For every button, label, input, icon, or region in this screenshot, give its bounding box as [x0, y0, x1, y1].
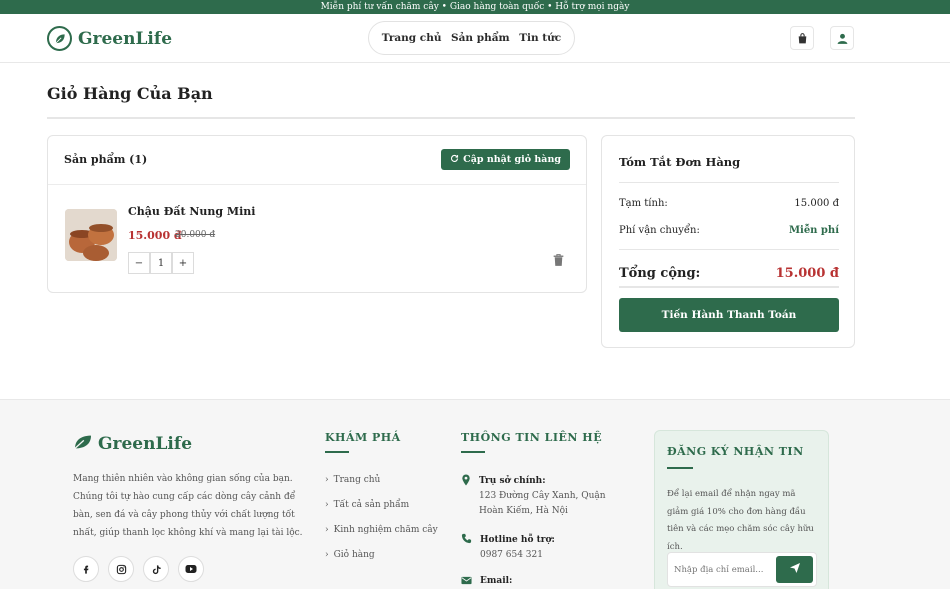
- newsletter-form: [667, 552, 817, 587]
- site-footer: GreenLife Mang thiên nhiên vào không gia…: [0, 399, 950, 589]
- summary-divider: [619, 286, 839, 288]
- title-divider: [47, 117, 855, 119]
- social-links: [73, 556, 204, 582]
- newsletter-divider: [667, 467, 693, 469]
- product-name[interactable]: Chậu Đất Nung Mini: [128, 205, 255, 218]
- summary-title: Tóm Tắt Đơn Hàng: [619, 155, 741, 169]
- chevron-right-icon: ›: [325, 525, 329, 535]
- contact-heading: THÔNG TIN LIÊN HỆ: [461, 431, 603, 444]
- order-summary-panel: Tóm Tắt Đơn Hàng Tạm tính: 15.000 đ Phí …: [601, 135, 855, 348]
- checkout-button[interactable]: Tiến Hành Thanh Toán: [619, 298, 839, 332]
- envelope-icon: [461, 576, 472, 588]
- product-price: 15.000 đ: [128, 229, 182, 242]
- total-value: 15.000 đ: [775, 266, 839, 281]
- footer-logo-text: GreenLife: [98, 434, 193, 454]
- quantity-value[interactable]: 1: [150, 252, 172, 274]
- summary-divider: [619, 249, 839, 250]
- youtube-icon[interactable]: [178, 556, 204, 582]
- update-cart-button[interactable]: Cập nhật giỏ hàng: [441, 149, 570, 170]
- subtotal-label: Tạm tính:: [619, 198, 668, 209]
- quantity-stepper: − 1 +: [128, 252, 194, 274]
- nav-item-news[interactable]: Tin tức: [519, 32, 561, 44]
- newsletter-description: Để lại email để nhận ngay mã giảm giá 10…: [667, 489, 814, 552]
- cart-panel: Sản phẩm (1) Cập nhật giỏ hàng Chậu Đất …: [47, 135, 587, 293]
- contact-divider: [461, 451, 485, 453]
- instagram-icon[interactable]: [108, 556, 134, 582]
- leaf-icon: [73, 434, 93, 454]
- site-header: GreenLife Trang chủ Sản phẩm Tin tức: [0, 14, 950, 63]
- shipping-label: Phí vận chuyển:: [619, 225, 700, 236]
- refresh-icon: [450, 154, 459, 166]
- newsletter-panel: ĐĂNG KÝ NHẬN TIN Để lại email để nhận ng…: [654, 430, 829, 589]
- page-title: Giỏ Hàng Của Bạn: [47, 84, 213, 103]
- chevron-right-icon: ›: [325, 550, 329, 560]
- chevron-right-icon: ›: [325, 500, 329, 510]
- send-icon: [789, 562, 801, 577]
- leaf-icon: [47, 26, 72, 51]
- footer-link-label: Trang chủ: [333, 475, 381, 485]
- increase-quantity-button[interactable]: +: [172, 252, 194, 274]
- cart-count-label: Sản phẩm (1): [64, 153, 148, 166]
- cart-header: Sản phẩm (1) Cập nhật giỏ hàng: [48, 136, 586, 185]
- contact-address: Trụ sở chính: 123 Đường Cây Xanh, Quận H…: [461, 474, 619, 519]
- explore-heading: KHÁM PHÁ: [325, 431, 401, 444]
- logo-text: GreenLife: [78, 28, 173, 49]
- user-icon[interactable]: [830, 26, 854, 50]
- newsletter-heading: ĐĂNG KÝ NHẬN TIN: [667, 445, 804, 458]
- chevron-right-icon: ›: [325, 475, 329, 485]
- phone-icon: [461, 533, 472, 563]
- total-row: Tổng cộng: 15.000 đ: [619, 266, 839, 281]
- subtotal-value: 15.000 đ: [794, 198, 839, 209]
- footer-link-label: Giỏ hàng: [333, 550, 375, 560]
- footer-logo[interactable]: GreenLife: [73, 434, 192, 454]
- hotline-number[interactable]: 0987 654 321: [480, 550, 543, 560]
- decrease-quantity-button[interactable]: −: [128, 252, 150, 274]
- product-thumbnail[interactable]: [65, 209, 117, 261]
- contact-email: Email:: [461, 576, 512, 588]
- nav-item-products[interactable]: Sản phẩm: [451, 32, 510, 44]
- address-label: Trụ sở chính:: [479, 476, 546, 486]
- footer-link-home[interactable]: › Trang chủ: [325, 475, 380, 485]
- footer-link-cart[interactable]: › Giỏ hàng: [325, 550, 375, 560]
- address-text: 123 Đường Cây Xanh, Quận Hoàn Kiếm, Hà N…: [479, 491, 606, 516]
- footer-link-label: Kinh nghiệm chăm cây: [333, 525, 438, 535]
- update-cart-label: Cập nhật giỏ hàng: [463, 154, 561, 165]
- contact-hotline: Hotline hỗ trợ: 0987 654 321: [461, 533, 555, 563]
- main-nav: Trang chủ Sản phẩm Tin tức: [368, 21, 575, 55]
- facebook-icon[interactable]: [73, 556, 99, 582]
- tiktok-icon[interactable]: [143, 556, 169, 582]
- map-pin-icon: [461, 474, 471, 519]
- newsletter-email-input[interactable]: [674, 559, 774, 581]
- footer-link-label: Tất cả sản phẩm: [333, 500, 410, 510]
- footer-link-all-products[interactable]: › Tất cả sản phẩm: [325, 500, 409, 510]
- shopping-bag-icon[interactable]: [790, 26, 814, 50]
- subtotal-row: Tạm tính: 15.000 đ: [619, 198, 839, 209]
- announcement-bar: Miễn phí tư vấn chăm cây • Giao hàng toà…: [0, 0, 950, 14]
- hotline-label: Hotline hỗ trợ:: [480, 535, 555, 545]
- footer-link-plant-care[interactable]: › Kinh nghiệm chăm cây: [325, 525, 438, 535]
- explore-divider: [325, 451, 349, 453]
- total-label: Tổng cộng:: [619, 266, 701, 281]
- shipping-row: Phí vận chuyển: Miễn phí: [619, 225, 839, 236]
- footer-description: Mang thiên nhiên vào không gian sống của…: [73, 474, 303, 538]
- nav-item-home[interactable]: Trang chủ: [382, 32, 442, 44]
- product-old-price: 20.000 đ: [175, 230, 216, 240]
- summary-divider: [619, 182, 839, 183]
- newsletter-submit-button[interactable]: [776, 556, 813, 583]
- logo[interactable]: GreenLife: [47, 26, 172, 51]
- email-label: Email:: [480, 576, 513, 586]
- trash-icon[interactable]: [552, 252, 565, 271]
- shipping-value: Miễn phí: [788, 225, 839, 236]
